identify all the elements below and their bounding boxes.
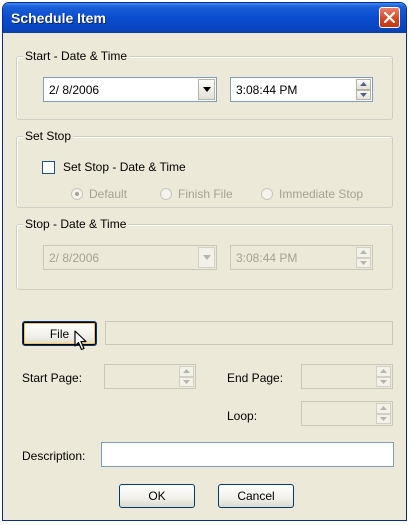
loop-spin-buttons[interactable] <box>376 403 391 424</box>
spin-up-icon[interactable] <box>356 79 371 90</box>
spin-down-icon[interactable] <box>376 376 391 387</box>
stop-time-value: 3:08:44 PM <box>236 250 298 265</box>
chevron-down-icon <box>202 87 211 92</box>
stop-date-picker[interactable]: 2/ 8/2006 <box>43 245 217 270</box>
stop-date-dropdown-button[interactable] <box>198 247 215 268</box>
stop-time-spinner[interactable] <box>356 247 371 268</box>
chevron-down-icon <box>202 255 211 260</box>
close-button[interactable] <box>379 7 400 28</box>
radio-finish-file[interactable]: Finish File <box>160 187 233 201</box>
spin-down-icon[interactable] <box>356 257 371 268</box>
radio-dot-immediate-stop <box>261 188 273 200</box>
radio-immediate-stop-label: Immediate Stop <box>279 187 364 201</box>
start-group-legend: Start - Date & Time <box>23 49 130 63</box>
cancel-button-label: Cancel <box>237 489 275 503</box>
radio-default-label: Default <box>89 187 128 201</box>
file-path-field[interactable] <box>105 321 393 345</box>
radio-dot-default <box>71 188 83 200</box>
checkbox-box[interactable] <box>42 160 55 174</box>
spin-down-icon[interactable] <box>356 89 371 100</box>
description-input[interactable] <box>101 442 394 467</box>
close-icon <box>384 12 395 23</box>
start-time-value: 3:08:44 PM <box>236 82 298 97</box>
start-time-spinner[interactable] <box>356 79 371 100</box>
end-page-spinner[interactable] <box>301 364 393 389</box>
dialog-client-area: Start - Date & Time 2/ 8/2006 3:08:44 PM… <box>7 33 402 516</box>
file-button[interactable]: File <box>22 321 97 346</box>
spin-up-icon[interactable] <box>179 366 194 377</box>
stop-date-value: 2/ 8/2006 <box>49 250 100 265</box>
radio-immediate-stop[interactable]: Immediate Stop <box>261 187 363 201</box>
radio-finish-file-label: Finish File <box>178 187 233 201</box>
schedule-item-dialog: Schedule Item Start - Date & Time 2/ 8/2… <box>2 2 407 521</box>
spin-up-icon[interactable] <box>356 247 371 258</box>
radio-dot-finish-file <box>160 188 172 200</box>
set-stop-checkbox-label: Set Stop - Date & Time <box>63 160 186 174</box>
start-date-picker[interactable]: 2/ 8/2006 <box>43 77 217 102</box>
loop-label: Loop: <box>227 409 258 423</box>
window-title: Schedule Item <box>11 10 106 26</box>
description-label: Description: <box>22 449 86 463</box>
start-page-spin-buttons[interactable] <box>179 366 194 387</box>
spin-up-icon[interactable] <box>376 403 391 414</box>
start-time-picker[interactable]: 3:08:44 PM <box>230 77 373 102</box>
ok-button-label: OK <box>148 489 166 503</box>
loop-spinner[interactable] <box>301 401 393 426</box>
title-bar[interactable]: Schedule Item <box>3 3 406 33</box>
start-page-spinner[interactable] <box>104 364 196 389</box>
start-page-label: Start Page: <box>22 371 83 385</box>
end-page-label: End Page: <box>227 371 284 385</box>
start-date-value: 2/ 8/2006 <box>49 82 100 97</box>
cancel-button[interactable]: Cancel <box>218 484 294 508</box>
ok-button[interactable]: OK <box>119 484 195 508</box>
spin-up-icon[interactable] <box>376 366 391 377</box>
radio-default[interactable]: Default <box>71 187 127 201</box>
stop-time-picker[interactable]: 3:08:44 PM <box>230 245 373 270</box>
end-page-spin-buttons[interactable] <box>376 366 391 387</box>
start-date-dropdown-button[interactable] <box>198 79 215 100</box>
set-stop-checkbox[interactable]: Set Stop - Date & Time <box>42 160 186 174</box>
stop-group-legend: Stop - Date & Time <box>23 217 129 231</box>
spin-down-icon[interactable] <box>179 376 194 387</box>
set-stop-group-legend: Set Stop <box>23 129 74 143</box>
spin-down-icon[interactable] <box>376 413 391 424</box>
file-button-label: File <box>49 326 70 341</box>
